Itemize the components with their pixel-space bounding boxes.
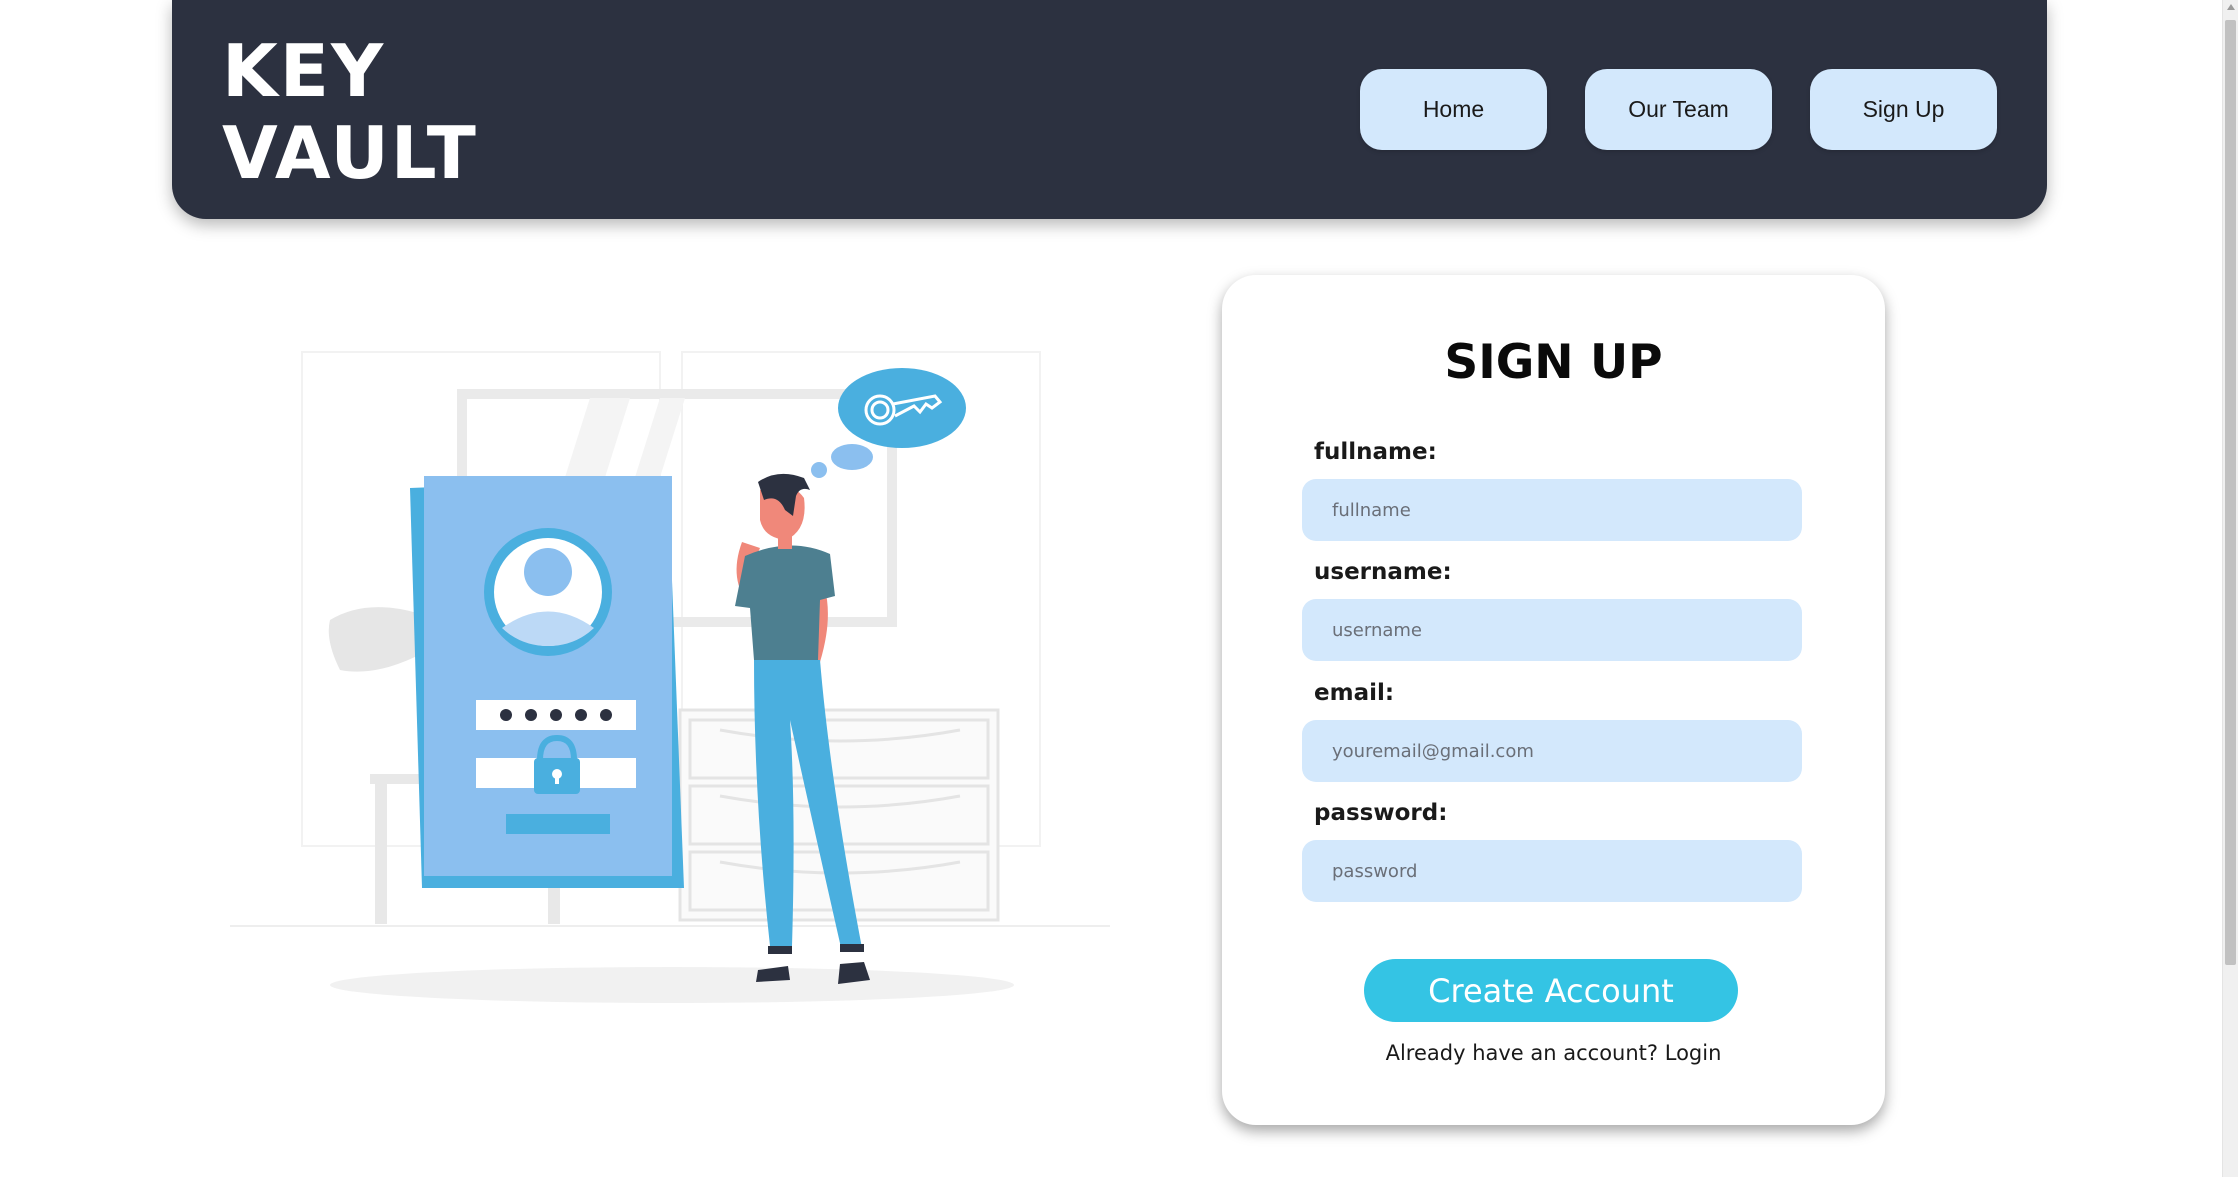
login-link[interactable]: Login	[1665, 1041, 1722, 1065]
main-nav: Home Our Team Sign Up	[1360, 69, 1997, 150]
username-label: username:	[1314, 559, 1452, 585]
logo-line-key: KEY	[222, 29, 386, 113]
scrollbar-thumb[interactable]	[2225, 20, 2236, 965]
scroll-up-arrow-icon[interactable]	[2227, 4, 2235, 10]
login-prompt-text: Already have an account?	[1385, 1041, 1659, 1065]
nav-our-team-button[interactable]: Our Team	[1585, 69, 1772, 150]
email-label: email:	[1314, 680, 1395, 706]
nav-home-button[interactable]: Home	[1360, 69, 1547, 150]
login-button-graphic	[506, 814, 610, 834]
password-input[interactable]	[1302, 840, 1802, 902]
site-header: KEY VAULT Home Our Team Sign Up	[172, 0, 2047, 219]
logo-line-vault: VAULT	[222, 111, 478, 195]
email-input[interactable]	[1302, 720, 1802, 782]
floor-shadow	[330, 967, 1014, 1003]
signup-card: SIGN UP fullname: username: email: passw…	[1222, 275, 1885, 1125]
fullname-input[interactable]	[1302, 479, 1802, 541]
password-label: password:	[1314, 800, 1448, 826]
login-illustration	[230, 351, 1110, 1003]
login-card-graphic	[410, 476, 684, 888]
nav-sign-up-button[interactable]: Sign Up	[1810, 69, 1997, 150]
username-input[interactable]	[1302, 599, 1802, 661]
signup-title: SIGN UP	[1444, 335, 1663, 390]
create-account-button[interactable]: Create Account	[1364, 959, 1738, 1022]
login-prompt: Already have an account? Login	[1222, 1041, 1885, 1065]
fullname-label: fullname:	[1314, 439, 1437, 465]
logo[interactable]: KEY VAULT	[222, 30, 478, 194]
page-scrollbar[interactable]	[2222, 0, 2238, 1177]
